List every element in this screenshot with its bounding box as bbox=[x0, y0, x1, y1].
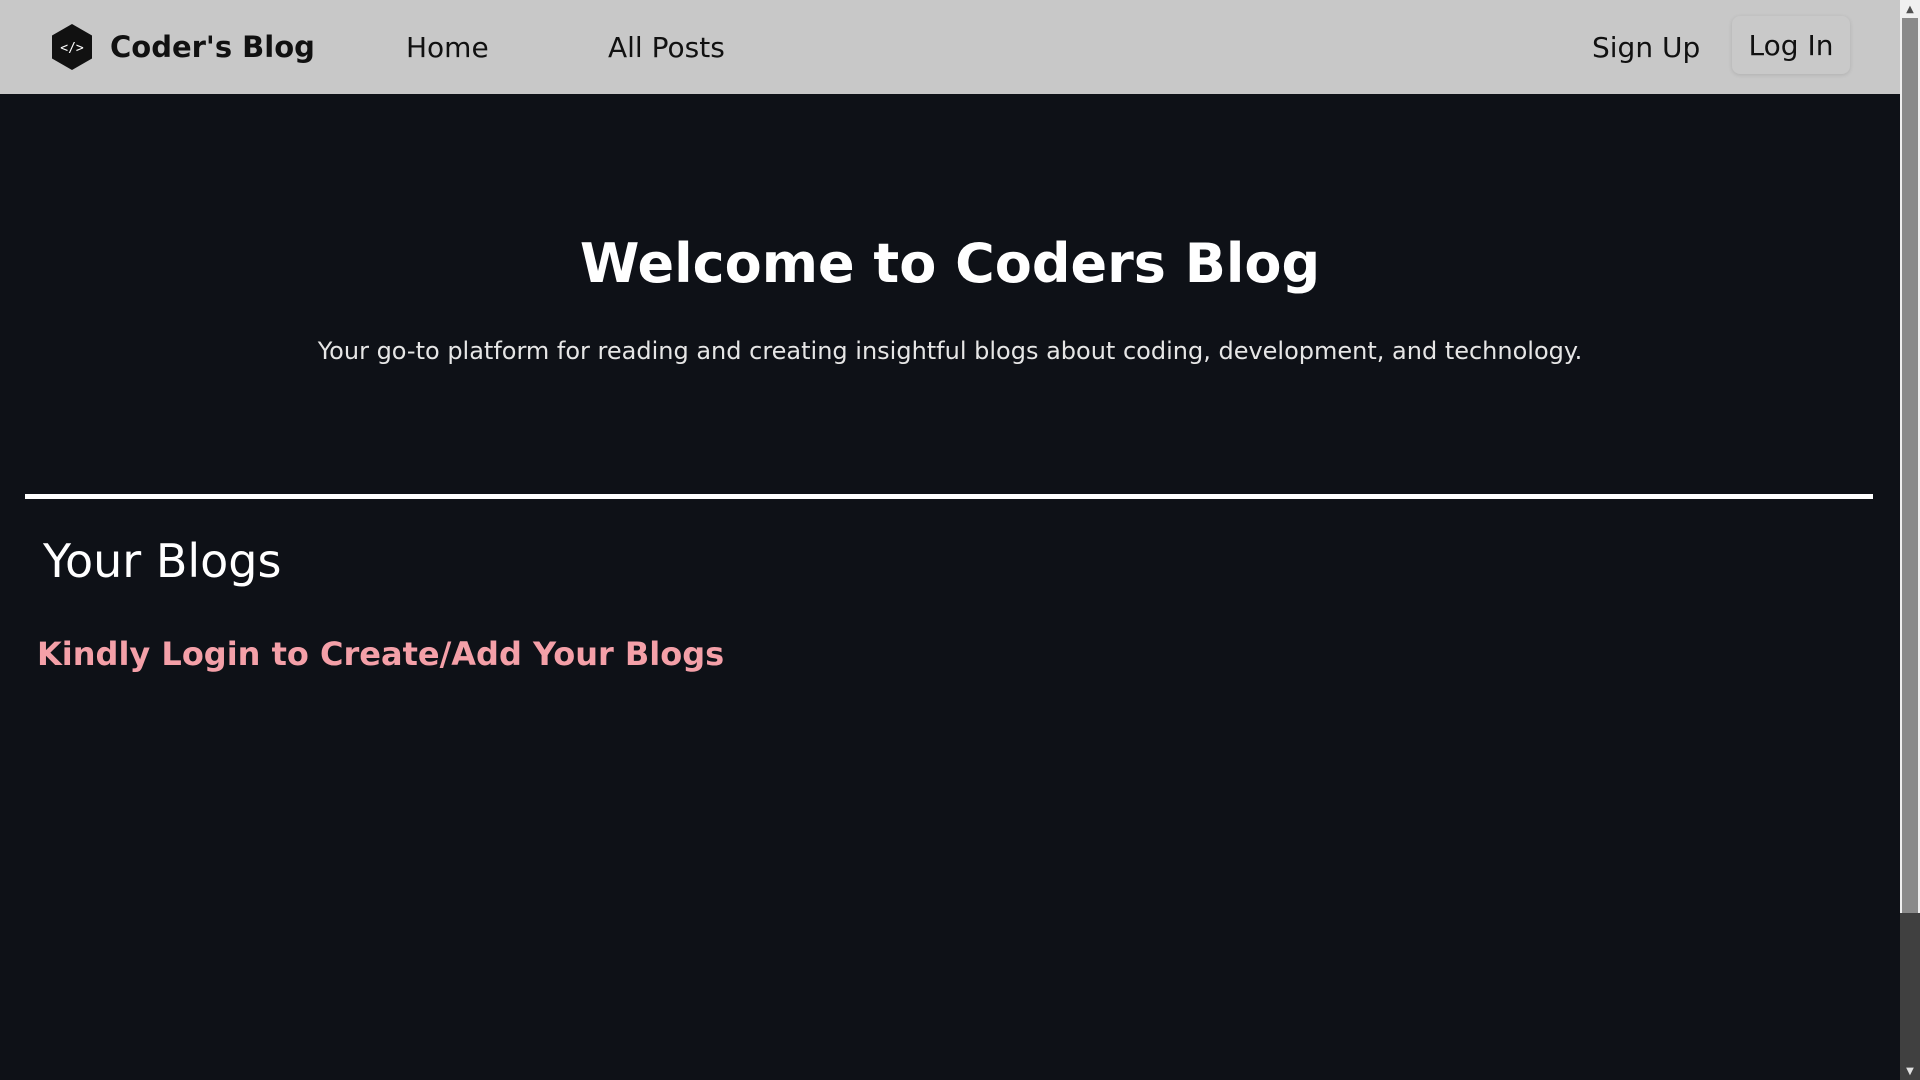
nav-all-posts-link[interactable]: All Posts bbox=[608, 0, 725, 94]
brand-name: Coder's Blog bbox=[110, 30, 315, 64]
vertical-scrollbar[interactable]: ▲ ▼ bbox=[1900, 0, 1920, 1080]
page: </> Coder's Blog Home All Posts Sign Up … bbox=[0, 0, 1900, 1080]
brand-link[interactable]: </> Coder's Blog bbox=[50, 0, 315, 94]
login-prompt-message: Kindly Login to Create/Add Your Blogs bbox=[37, 635, 725, 673]
your-blogs-heading: Your Blogs bbox=[43, 534, 282, 588]
navbar: </> Coder's Blog Home All Posts Sign Up … bbox=[0, 0, 1900, 94]
section-divider bbox=[25, 494, 1873, 499]
hero-subtitle: Your go-to platform for reading and crea… bbox=[317, 337, 1583, 365]
scrollbar-track[interactable] bbox=[1900, 913, 1920, 1062]
nav-home-link[interactable]: Home bbox=[406, 0, 489, 94]
svg-text:</>: </> bbox=[60, 41, 84, 56]
code-hexagon-icon: </> bbox=[50, 23, 94, 71]
hero-title: Welcome to Coders Blog bbox=[579, 232, 1321, 295]
signup-link[interactable]: Sign Up bbox=[1592, 0, 1700, 94]
login-button[interactable]: Log In bbox=[1732, 16, 1850, 74]
scroll-down-arrow-icon[interactable]: ▼ bbox=[1900, 1062, 1920, 1080]
scroll-up-arrow-icon[interactable]: ▲ bbox=[1900, 0, 1920, 18]
scrollbar-thumb[interactable] bbox=[1902, 18, 1918, 913]
